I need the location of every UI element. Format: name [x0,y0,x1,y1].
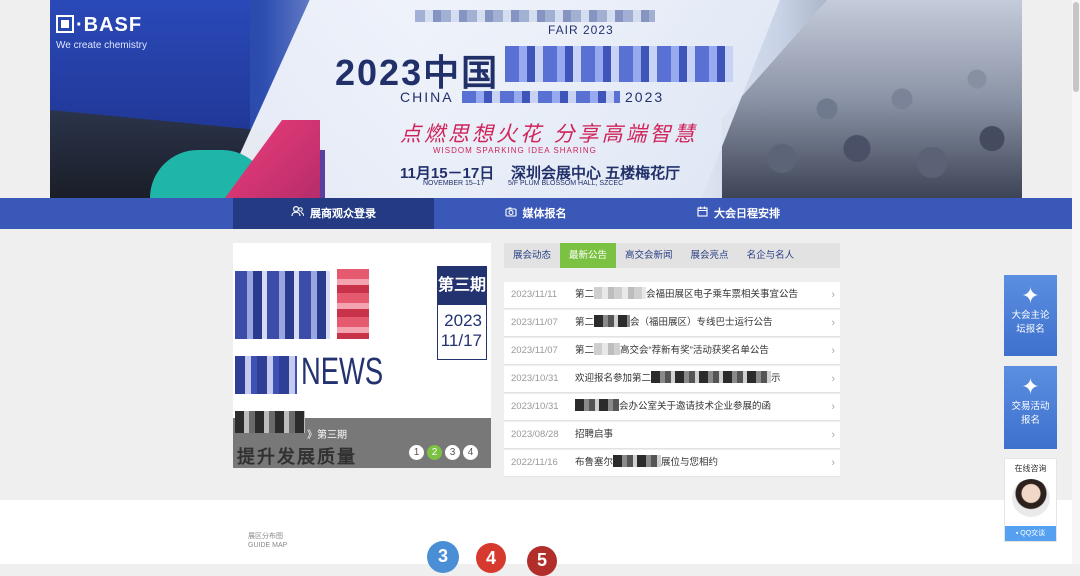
forum-signup-label: 大会主论坛报名 [1011,310,1050,335]
nav-exhibitor-login[interactable]: 展商观众登录 [233,198,434,229]
nav-media-register-label: 媒体报名 [522,208,567,220]
issue-date: 11/17 [440,331,482,350]
page-scrollbar[interactable] [1072,0,1080,564]
chevron-right-icon: › [831,317,835,329]
chevron-right-icon: › [831,289,835,301]
slider-page-2[interactable]: 2 [427,445,442,460]
tab-companies-people[interactable]: 名企与名人 [738,243,804,268]
sparkle-icon: ✦ [1021,374,1040,399]
list-item[interactable]: 2023/10/31 欢迎报名参加第二示 › [504,366,840,393]
slider-pixelated-title [235,271,330,339]
list-item-title: 招聘启事 [575,429,614,440]
guide-label-cn: 展区分布图 [248,533,283,540]
tab-hitech-news[interactable]: 高交会新闻 [616,243,682,268]
banner-title-mosaic [505,46,733,82]
banner-slogan: 点燃思想火花 分享高端智慧 [400,122,698,146]
camera-icon [504,198,517,229]
consult-title: 在线咨询 [1014,464,1047,473]
banner-subtitle-mosaic [462,91,620,103]
tab-exhibition-news[interactable]: 展会动态 [504,243,560,268]
news-tabs: 展会动态 最新公告 高交会新闻 展会亮点 名企与名人 [504,243,840,268]
tab-highlights[interactable]: 展会亮点 [682,243,738,268]
guide-hall-5[interactable]: 5 [527,546,557,576]
list-item[interactable]: 2022/11/16 布鲁塞尔 展位与您相约 › [504,450,840,477]
slider-caption-headline: 提升发展质量 [237,447,357,467]
trade-signup-label: 交易活动报名 [1011,401,1050,426]
announcement-list: 2023/11/11 第二 会福田展区电子乘车票相关事宜公告 › 2023/11/… [504,282,840,478]
slider-news-word: NEWS [301,351,384,393]
list-item-date: 2023/11/11 [511,289,558,300]
chevron-right-icon: › [831,345,835,357]
list-item[interactable]: 2023/08/28 招聘启事 › [504,422,840,449]
guide-hall-3[interactable]: 3 [427,541,459,573]
sparkle-icon: ✦ [1021,283,1040,308]
avatar [1011,479,1050,517]
list-item-title: 布鲁塞尔 展位与您相约 [575,455,719,468]
list-item-date: 2023/11/07 [511,345,558,356]
banner-china-year: 2023 [625,89,665,105]
chat-icon: ▪ [1015,530,1019,537]
slider-page-3[interactable]: 3 [445,445,460,460]
list-item-date: 2023/10/31 [511,401,559,412]
list-item-title: 第二 会（福田展区）专线巴士运行公告 [575,315,773,328]
issue-year: 2023 [444,311,482,330]
list-item[interactable]: 2023/11/07 第二 高交会“荐新有奖”活动获奖名单公告 › [504,338,840,365]
basf-tagline: We create chemistry [56,40,147,51]
users-icon [291,198,304,229]
forum-signup-button[interactable]: ✦ 大会主论坛报名 [1004,275,1057,356]
nav-exhibitor-login-label: 展商观众登录 [310,208,376,220]
calendar-icon [697,198,708,229]
issue-badge: 第三期 2023 11/17 [437,266,487,360]
nav-schedule-label: 大会日程安排 [714,208,780,220]
banner-china-label: CHINA [400,89,454,105]
banner-venue-en: 5/F PLUM BLOSSOM HALL, SZCEC [508,180,624,187]
list-item-date: 2023/10/31 [511,373,559,384]
slider-pagination: 1 2 3 4 [409,445,478,460]
fair-year-label: FAIR 2023 [548,23,614,37]
chevron-right-icon: › [831,401,835,413]
chevron-right-icon: › [831,429,835,441]
nav-schedule[interactable]: 大会日程安排 [637,198,840,229]
list-item-title: 第二 高交会“荐新有奖”活动获奖名单公告 [575,343,769,356]
issue-label: 第三期 [438,267,486,305]
chevron-right-icon: › [831,373,835,385]
list-item[interactable]: 2023/11/07 第二 会（福田展区）专线巴士运行公告 › [504,310,840,337]
list-item-title: 欢迎报名参加第二示 [575,371,781,384]
trade-signup-button[interactable]: ✦ 交易活动报名 [1004,366,1057,449]
banner-dates-en: NOVEMBER 15–17 [423,180,485,187]
qq-chat-label: QQ交谈 [1020,530,1046,537]
nav-media-register[interactable]: 媒体报名 [434,198,637,229]
guide-map-label: 展区分布图 GUIDE MAP [248,532,287,550]
basf-logo: ·BASF [56,14,142,37]
guide-label-en: GUIDE MAP [248,542,288,549]
slider-pixelated-red [337,269,369,339]
main-nav: 展商观众登录 媒体报名 大会日程安排 [0,198,1072,229]
list-item-date: 2023/08/28 [511,429,559,440]
slider-caption[interactable]: 》第三期 [307,426,347,441]
qq-chat-button[interactable]: ▪ QQ交谈 [1005,526,1056,541]
list-item-title: 会办公室关于邀请技术企业参展的函 [575,394,825,420]
list-item[interactable]: 2023/10/31 会办公室关于邀请技术企业参展的函 › [504,394,840,421]
guide-hall-4[interactable]: 4 [476,543,506,573]
list-item-date: 2023/11/07 [511,317,558,328]
list-item-title: 第二 会福田展区电子乘车票相关事宜公告 [575,287,799,300]
scroll-thumb[interactable] [1073,2,1079,92]
caption-mosaic [235,411,305,433]
list-item[interactable]: 2023/11/11 第二 会福田展区电子乘车票相关事宜公告 › [504,282,840,309]
list-item-date: 2022/11/16 [511,457,558,468]
news-slider[interactable]: 第三期 2023 11/17 NEWS 》第三期 提升发展质量 1 2 3 4 [233,243,491,468]
banner-slogan-en: WISDOM SPARKING IDEA SHARING [433,146,597,155]
chevron-right-icon: › [831,457,835,469]
slider-page-4[interactable]: 4 [463,445,478,460]
slider-pixelated-news [235,356,297,394]
banner-pixelated-text [415,10,655,22]
online-consult-widget: 在线咨询 ▪ QQ交谈 [1004,458,1057,542]
slider-page-1[interactable]: 1 [409,445,424,460]
tab-announcements[interactable]: 最新公告 [560,243,617,268]
